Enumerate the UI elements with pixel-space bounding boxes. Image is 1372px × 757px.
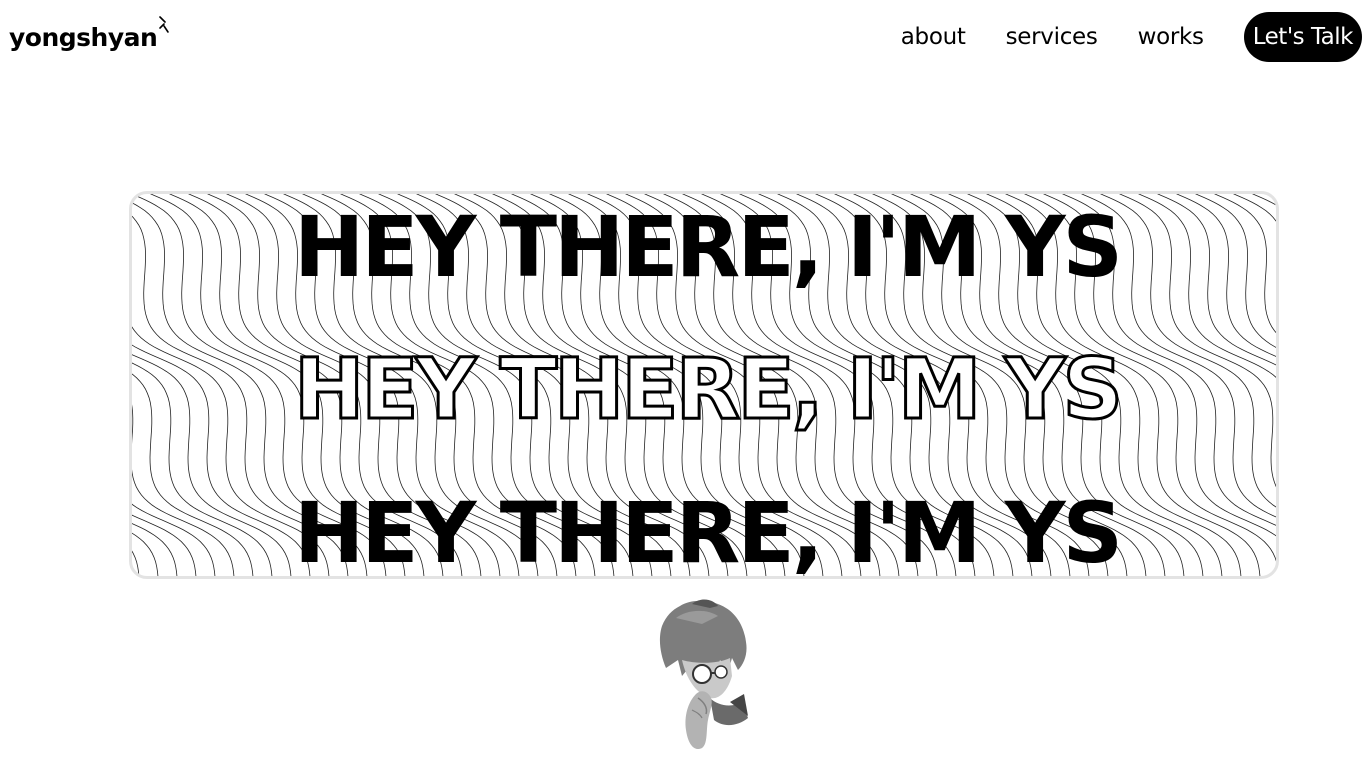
nav-link-services[interactable]: services <box>1006 12 1098 62</box>
hero-heading-outline: HEY THERE, I'M YS <box>292 339 1124 440</box>
logo-text: yongshyan <box>9 23 158 52</box>
hero-heading-solid-1: HEY THERE, I'M YS <box>293 198 1123 296</box>
navbar: yongshyan about services works Let's Tal… <box>0 0 1372 72</box>
hero-text-block: HEY THERE, I'M YS HEY THERE, I'M YS HEY … <box>132 194 1276 579</box>
hero-heading-solid-2: HEY THERE, I'M YS <box>293 484 1123 579</box>
main-nav: about services works Let's Talk <box>901 12 1362 62</box>
sparkle-tick-icon <box>159 16 170 33</box>
nav-link-works[interactable]: works <box>1138 12 1204 62</box>
nav-link-about[interactable]: about <box>901 12 966 62</box>
site-logo[interactable]: yongshyan <box>9 16 170 58</box>
lets-talk-button[interactable]: Let's Talk <box>1243 12 1362 62</box>
character-portrait-illustration <box>659 599 748 750</box>
hero-banner: HEY THERE, I'M YS HEY THERE, I'M YS HEY … <box>129 191 1279 579</box>
